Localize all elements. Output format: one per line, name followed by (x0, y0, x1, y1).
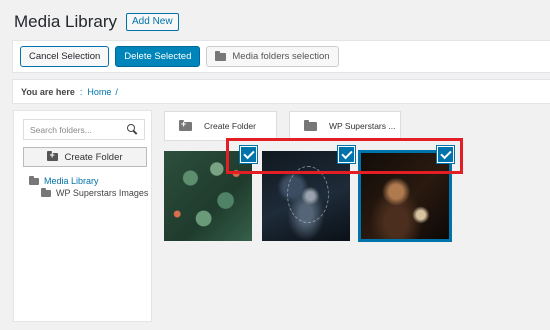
media-folders-selection-label: Media folders selection (232, 51, 330, 62)
media-toolbar: Cancel Selection Delete Selected Media f… (12, 40, 550, 73)
media-folders-selection-button[interactable]: Media folders selection (206, 46, 339, 67)
folder-icon (41, 187, 51, 197)
folder-card-wp-superstars[interactable]: WP Superstars ... (289, 111, 401, 141)
breadcrumb-home-link[interactable]: Home (87, 87, 111, 97)
title-row: Media Library Add New (14, 12, 179, 32)
cancel-selection-button[interactable]: Cancel Selection (20, 46, 110, 67)
breadcrumb-trail: / (115, 86, 118, 97)
tree-item-wp-superstars-images[interactable]: WP Superstars Images (41, 187, 148, 199)
search-icon[interactable] (127, 124, 138, 135)
selection-highlight-box (226, 138, 463, 174)
folder-tree: Media Library WP Superstars Images (29, 175, 148, 199)
delete-selected-button[interactable]: Delete Selected (115, 46, 201, 67)
create-folder-card[interactable]: Create Folder (164, 111, 277, 141)
folder-sidebar: Search folders... Create Folder Media Li… (13, 110, 152, 322)
breadcrumb-separator: : (79, 86, 83, 97)
breadcrumb: You are here : Home / (12, 79, 550, 104)
folder-icon (304, 119, 317, 131)
folder-plus-icon (47, 150, 59, 161)
folder-plus-icon (179, 119, 192, 131)
folder-card-label: WP Superstars ... (329, 121, 396, 131)
tree-item-label: WP Superstars Images (56, 188, 149, 198)
add-new-button[interactable]: Add New (126, 13, 179, 31)
folder-search-placeholder: Search folders... (30, 124, 92, 135)
folder-icon (215, 50, 227, 61)
tree-item-media-library[interactable]: Media Library (29, 175, 148, 187)
breadcrumb-label: You are here (21, 86, 75, 97)
create-folder-button[interactable]: Create Folder (23, 147, 147, 167)
folder-search-input[interactable]: Search folders... (23, 119, 145, 140)
folder-card-label: Create Folder (204, 121, 256, 131)
tree-item-label: Media Library (44, 176, 99, 186)
create-folder-label: Create Folder (64, 151, 123, 163)
page-title: Media Library (14, 12, 117, 31)
folder-icon (29, 175, 39, 185)
